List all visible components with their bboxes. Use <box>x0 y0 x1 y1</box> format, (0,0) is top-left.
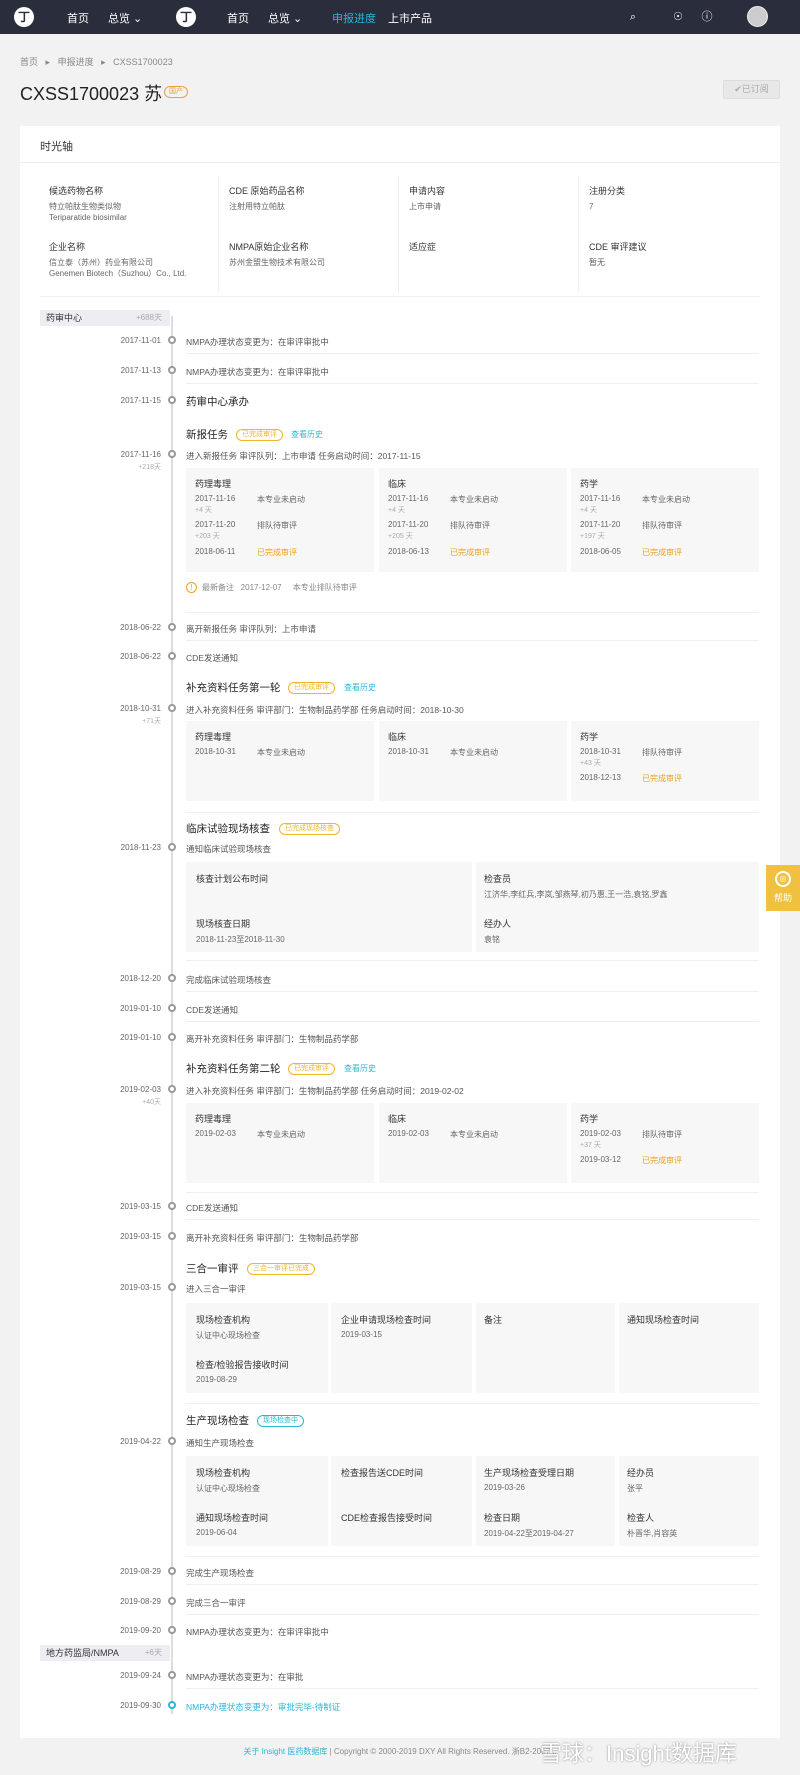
help-icon: ◎ <box>775 871 791 887</box>
watermark: 雪球：Insight数据库 <box>540 1741 737 1766</box>
duration: +218天 <box>138 464 161 471</box>
divider <box>186 1556 759 1557</box>
three-box-4: 通知现场检查时间 <box>619 1303 759 1393</box>
prod-box-2: 检查报告送CDE时间 CDE检查报告接受时间 <box>331 1456 472 1546</box>
about-link[interactable]: 关于 Insight 医药数据库 <box>243 1747 327 1756</box>
info-nmpa-company: NMPA原始企业名称 苏州金盟生物技术有限公司 <box>229 242 325 267</box>
prod-box-1: 现场检查机构 认证中心现场检查 通知现场检查时间 2019-06-04 <box>186 1456 328 1546</box>
view-history-link[interactable]: 查看历史 <box>344 1063 376 1074</box>
crumb-sep: ▸ <box>45 57 51 67</box>
info-cde-name: CDE 原始药品名称 注射用特立帕肽 <box>229 186 305 211</box>
status-badge: 已完成审评 <box>236 429 283 441</box>
review-box-pharm: 药理毒理 2017-11-16 本专业未启动 +4 天 2017-11-20 排队待审… <box>186 468 374 572</box>
nav-home-2[interactable]: 首页 <box>227 10 249 26</box>
status-badge: 现场检查中 <box>257 1415 304 1427</box>
prod-box-3: 生产现场检查受理日期 2019-03-26 检查日期 2019-04-22至2019… <box>476 1456 615 1546</box>
review-box-pharm: 药理毒理 2018-10-31 本专业未启动 <box>186 721 374 801</box>
nav-listed[interactable]: 上市产品 <box>388 10 432 26</box>
review-box-clin: 临床 2019-02-03 本专业未启动 <box>379 1103 567 1183</box>
status-badge: 已完成现场核查 <box>279 823 340 835</box>
nav-overview-2[interactable]: 总览 ⌄ <box>268 10 302 26</box>
nav-overview[interactable]: 总览 ⌄ <box>108 10 142 26</box>
review-box-chem: 药学 2018-10-31 排队待审评 +43 天 2018-12-13 已完成审评 <box>571 721 759 801</box>
logo-icon-2[interactable]: 丁 <box>176 7 196 27</box>
three-box-3: 备注 <box>476 1303 615 1393</box>
section-nmpa: 地方药监局/NMPA +6天 <box>40 1645 170 1661</box>
card-title: 时光轴 <box>40 141 73 153</box>
divider <box>186 1403 759 1404</box>
task-title: 临床试验现场核查 <box>186 823 270 835</box>
task-title: 新报任务 <box>186 429 228 441</box>
info-company: 企业名称 信立泰（苏州）药业有限公司 Genemen Biotech（Suzhou）… <box>49 242 187 278</box>
breadcrumb: 首页 ▸ 申报进度 ▸ CXSS1700023 <box>20 55 178 68</box>
review-box-chem: 药学 2017-11-16 本专业未启动 +4 天 2017-11-20 排队待审评 +… <box>571 468 759 572</box>
divider <box>186 960 759 961</box>
divider <box>20 162 780 163</box>
crumb-progress[interactable]: 申报进度 <box>58 57 94 67</box>
nav-progress[interactable]: 申报进度 <box>332 10 376 26</box>
inspection-box-left: 核查计划公布时间 现场核查日期 2018-11-23至2018-11-30 <box>186 862 472 952</box>
search-icon[interactable]: ⌕ <box>626 10 640 24</box>
nav-home[interactable]: 首页 <box>67 10 89 26</box>
review-box-pharm: 药理毒理 2019-02-03 本专业未启动 <box>186 1103 374 1183</box>
status-badge: 已完成审评 <box>288 1063 335 1075</box>
crumb-home[interactable]: 首页 <box>20 57 38 67</box>
task-title: 生产现场检查 <box>186 1415 249 1427</box>
logo-icon[interactable]: 丁 <box>14 7 34 27</box>
info-icon[interactable]: ⓘ <box>700 10 714 24</box>
subscribe-button[interactable]: ✔已订阅 <box>723 80 780 99</box>
task-title: 补充资料任务第二轮 <box>186 1063 281 1075</box>
task-title: 补充资料任务第一轮 <box>186 682 281 694</box>
crumb-sep: ▸ <box>101 57 106 67</box>
review-box-chem: 药学 2019-02-03 排队待审评 +37 天 2019-03-12 已完成审评 <box>571 1103 759 1183</box>
avatar[interactable] <box>747 6 768 27</box>
view-history-link[interactable]: 查看历史 <box>344 682 376 693</box>
crumb-current: CXSS1700023 <box>113 57 173 67</box>
review-box-clin: 临床 2017-11-16 本专业未启动 +4 天 2017-11-20 排队待审评 +… <box>379 468 567 572</box>
duration: +40天 <box>142 1099 161 1106</box>
status-badge: 已完成审评 <box>288 682 335 694</box>
duration: +71天 <box>142 718 161 725</box>
view-history-link[interactable]: 查看历史 <box>291 429 323 440</box>
inspection-box-right: 检查员 江济华,李红兵,李岚,邹燕琴,初乃惠,王一浩,袁铭,罗鑫 经办人 袁铭 <box>476 862 759 952</box>
divider <box>186 612 759 613</box>
three-box-2: 企业申请现场检查时间 2019-03-15 <box>331 1303 472 1393</box>
page-title: CXSS1700023 苏 <box>20 84 163 104</box>
top-nav: 丁 首页 总览 ⌄ 丁 首页 总览 ⌄ 申报进度 上市产品 ⌕ ☉ ⓘ <box>0 0 800 34</box>
warning-icon: ! <box>186 582 197 594</box>
divider <box>398 176 399 292</box>
timeline-line <box>171 316 173 1714</box>
status-badge: 三合一审评已完成 <box>247 1263 315 1275</box>
latest-note: ! 最新备注 2017-12-07 本专业排队待审评 <box>186 582 357 594</box>
divider <box>186 812 759 813</box>
divider <box>186 1192 759 1193</box>
info-cde-advice: CDE 审评建议 暂无 <box>589 242 647 267</box>
prod-box-4: 经办员 张平 检查人 朴晋华,肖容英 <box>619 1456 759 1546</box>
divider <box>218 176 219 292</box>
review-box-clin: 临床 2018-10-31 本专业未启动 <box>379 721 567 801</box>
help-button[interactable]: ◎ 帮助 <box>766 865 800 911</box>
info-apply-content: 申请内容 上市申请 <box>409 186 446 211</box>
info-reg-class: 注册分类 7 <box>589 186 626 211</box>
info-indication: 适应症 <box>409 242 437 252</box>
bulb-icon[interactable]: ☉ <box>671 10 685 24</box>
section-cde: 药审中心 +688天 <box>40 310 170 326</box>
divider <box>40 296 760 297</box>
domestic-badge: 国产 <box>164 86 188 98</box>
three-box-1: 现场检查机构 认证中心现场检查 检查/检验报告接收时间 2019-08-29 <box>186 1303 328 1393</box>
task-title: 三合一审评 <box>186 1263 239 1275</box>
info-drug-name: 候选药物名称 特立帕肽生物类似物 Teriparatide biosimilar <box>49 186 127 222</box>
divider <box>578 176 579 292</box>
